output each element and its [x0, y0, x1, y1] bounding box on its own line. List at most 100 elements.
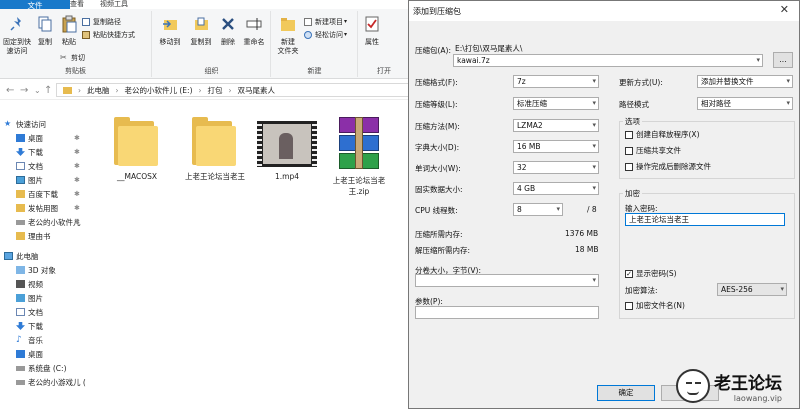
folder-icon [16, 204, 25, 212]
sidebar-item-desktop-pc[interactable]: 桌面 [16, 347, 43, 361]
new-folder-button[interactable]: 新建 文件夹 [274, 15, 302, 56]
breadcrumb-separator: › [78, 85, 81, 95]
back-arrow-icon[interactable]: ← [6, 85, 14, 96]
sidebar-item-3d-objects[interactable]: 3D 对象 [16, 263, 56, 277]
move-to-button[interactable]: 移动到 [155, 15, 185, 47]
video-thumbnail [257, 121, 317, 167]
open-group-label: 打开 [377, 67, 391, 75]
document-icon [16, 308, 25, 316]
encryption-method-select[interactable]: AES-256 ▾ [717, 283, 787, 296]
show-password-checkbox[interactable]: ✓ 显示密码(S) [625, 268, 677, 279]
sidebar-item-downloads[interactable]: 下载 [16, 145, 43, 159]
copy-path-icon [82, 18, 90, 26]
dict-select[interactable]: 16 MB ▾ [513, 140, 599, 153]
delete-after-checkbox[interactable]: 操作完成后删除源文件 [625, 161, 711, 172]
folder-icon [16, 232, 25, 240]
sidebar-item-documents-pc[interactable]: 文档 [16, 305, 43, 319]
browse-button[interactable]: ... [773, 52, 793, 68]
drive-icon [16, 365, 25, 371]
clipboard-group: 固定到快 速访问 复制 粘贴 复制路径 粘贴快捷方式 ✂ 剪切 剪贴板 [0, 11, 152, 77]
method-select[interactable]: LZMA2 ▾ [513, 119, 599, 132]
encrypt-names-label: 加密文件名(N) [636, 301, 685, 310]
sidebar-item-label: 3D 对象 [28, 265, 56, 275]
split-volume-combo[interactable]: ▾ [415, 274, 599, 287]
breadcrumb-separator: › [228, 85, 232, 95]
file-item-zip[interactable]: 上老王论坛当老王.zip [324, 113, 394, 197]
paste-shortcut-label: 粘贴快捷方式 [93, 31, 135, 39]
word-value: 32 [517, 163, 527, 172]
sidebar-item-this-pc[interactable]: 此电脑 [4, 249, 39, 263]
ok-button[interactable]: 确定 [597, 385, 655, 401]
sidebar-item-quick-access[interactable]: ★ 快速访问 [4, 117, 46, 131]
word-select[interactable]: 32 ▾ [513, 161, 599, 174]
sidebar-item-music[interactable]: ♪ 音乐 [16, 333, 43, 347]
sidebar-item-label: 文档 [28, 307, 43, 317]
sidebar-item-desktop[interactable]: 桌面 [16, 131, 43, 145]
breadcrumb-pack[interactable]: 打包 [208, 85, 223, 96]
pin-quick-access-button[interactable]: 固定到快 速访问 [2, 15, 32, 56]
sidebar-item-baidu-downloads[interactable]: 百度下载 [16, 187, 58, 201]
properties-button[interactable]: 属性 [361, 15, 383, 47]
drive-icon [16, 379, 25, 385]
encryption-title: 加密 [623, 188, 642, 199]
delete-button[interactable]: 删除 [217, 15, 239, 47]
up-arrow-icon[interactable]: ↑ [44, 85, 52, 96]
close-icon[interactable]: ✕ [780, 3, 789, 16]
sidebar-item-documents[interactable]: 文档 [16, 159, 43, 173]
pin-icon: ✱ [74, 190, 80, 198]
sidebar-item-videos[interactable]: 视频 [16, 277, 43, 291]
paste-icon [62, 15, 77, 33]
sidebar-item-reason-book[interactable]: 理由书 [16, 229, 51, 243]
sidebar-item-label: 老公的小软件儿 [28, 217, 81, 227]
cpu-threads-select[interactable]: 8 ▾ [513, 203, 563, 216]
new-item-button[interactable]: 新建项目 ▾ [304, 17, 347, 27]
encrypt-names-checkbox[interactable]: 加密文件名(N) [625, 300, 685, 311]
create-sfx-checkbox[interactable]: 创建自释放程序(X) [625, 129, 700, 140]
pin-icon: ✱ [74, 162, 80, 170]
sidebar-item-drive-c[interactable]: 系统盘 (C:) [16, 361, 67, 375]
properties-icon [365, 16, 379, 32]
tab-video-tools[interactable]: 视频工具 [92, 0, 136, 9]
compress-shared-label: 压缩共享文件 [636, 146, 681, 155]
paste-button[interactable]: 粘贴 [58, 15, 80, 47]
compress-shared-checkbox[interactable]: 压缩共享文件 [625, 145, 681, 156]
file-item-folder-laowang[interactable]: 上老王论坛当老王 [180, 113, 250, 182]
sidebar-item-drive-e[interactable]: 老公的小软件儿 [16, 215, 81, 229]
params-input[interactable] [415, 306, 599, 319]
archive-name-combo[interactable]: kawai.7z ▾ [453, 54, 763, 67]
forward-arrow-icon[interactable]: → [20, 85, 28, 96]
chevron-down-icon: ▾ [344, 31, 348, 38]
sidebar-item-downloads-pc[interactable]: 下载 [16, 319, 43, 333]
breadcrumb-drive-e[interactable]: 老公的小软件儿 (E:) [125, 85, 193, 96]
copy-to-button[interactable]: 复制到 [186, 15, 216, 47]
copy-path-button[interactable]: 复制路径 [82, 17, 121, 27]
new-item-label: 新建项目 [315, 18, 343, 26]
folder-icon [114, 117, 160, 167]
organize-group-label: 组织 [204, 67, 219, 75]
sidebar-item-pictures[interactable]: 图片 [16, 173, 43, 187]
solid-select[interactable]: 4 GB ▾ [513, 182, 599, 195]
sidebar-item-pictures-pc[interactable]: 图片 [16, 291, 43, 305]
copy-button[interactable]: 复制 [34, 15, 56, 47]
rename-button[interactable]: 重命名 [240, 15, 268, 47]
sidebar-item-games-drive[interactable]: 老公的小游戏儿 ( [16, 375, 86, 389]
navigation-pane: ★ 快速访问 桌面 ✱ 下载 ✱ 文档 ✱ 图片 ✱ 百度下载 ✱ 发帖用图 ✱ … [0, 103, 92, 409]
breadcrumb-this-pc[interactable]: 此电脑 [87, 85, 110, 96]
format-select[interactable]: 7z ▾ [513, 75, 599, 88]
easy-access-button[interactable]: 轻松访问 ▾ [304, 30, 347, 40]
file-item-video[interactable]: 1.mp4 [252, 113, 322, 182]
breadcrumb-current-folder[interactable]: 双马尾素人 [238, 85, 276, 96]
chevron-down-icon: ▾ [786, 99, 790, 107]
update-mode-select[interactable]: 添加并替换文件 ▾ [697, 75, 793, 88]
sidebar-item-label: 下载 [28, 321, 43, 331]
path-mode-select[interactable]: 相对路径 ▾ [697, 97, 793, 110]
password-input[interactable]: 上老王论坛当老王 [625, 213, 785, 226]
cut-button[interactable]: ✂ 剪切 [60, 53, 85, 63]
recent-chevron-icon[interactable]: ⌄ [34, 86, 41, 95]
file-item-macosx[interactable]: __MACOSX [102, 113, 172, 182]
sidebar-item-post-images[interactable]: 发帖用图 [16, 201, 58, 215]
copy-label: 复制 [38, 38, 52, 46]
level-select[interactable]: 标准压缩 ▾ [513, 97, 599, 110]
move-to-label: 移动到 [159, 38, 181, 46]
paste-shortcut-button[interactable]: 粘贴快捷方式 [82, 30, 135, 40]
